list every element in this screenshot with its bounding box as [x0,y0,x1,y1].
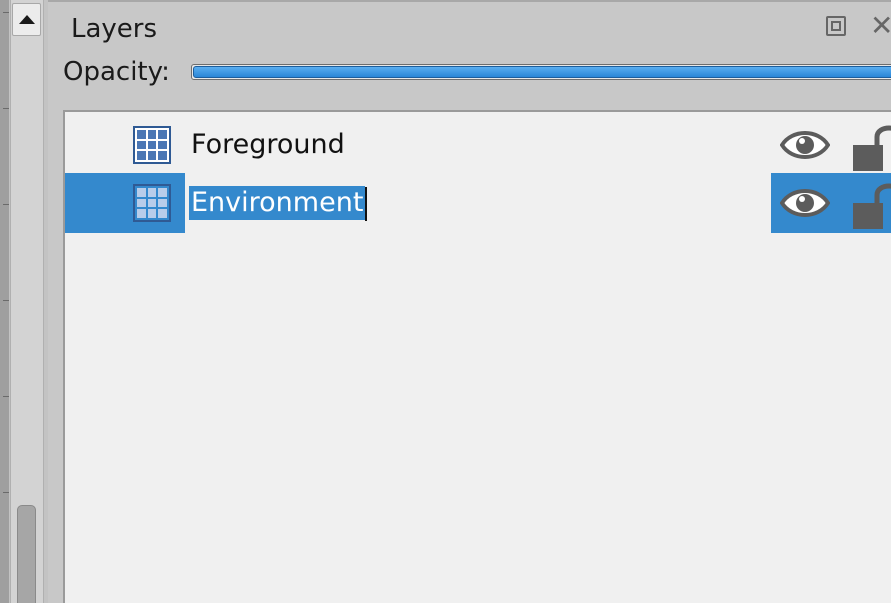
eye-icon[interactable] [780,127,830,163]
layers-panel: Layers ✕ Opacity: Foreground Environment [48,0,891,603]
slider-fill [193,66,891,78]
left-strip [0,0,48,603]
float-window-icon[interactable] [826,16,846,36]
scroll-up-button[interactable] [12,3,41,36]
opacity-label: Opacity: [63,57,170,87]
unlocked-icon[interactable] [853,181,891,229]
unlocked-icon[interactable] [853,123,891,171]
scroll-thumb[interactable] [17,505,36,603]
eye-icon[interactable] [780,185,830,221]
tile-layer-icon [133,126,171,164]
layers-window: Layers ✕ Opacity: Foreground Environment [0,0,891,603]
tile-layer-icon [133,184,171,222]
layer-row[interactable]: Foreground [65,115,891,175]
layer-name-editor[interactable]: Environment [189,186,366,220]
arrow-up-icon [19,15,35,24]
layer-list[interactable]: Foreground Environment [63,110,891,603]
left-edge [0,0,9,603]
layer-row[interactable]: Environment [65,173,891,233]
vertical-scrollbar[interactable] [10,0,44,603]
text-caret [365,187,367,221]
opacity-slider[interactable] [191,64,891,80]
close-icon[interactable]: ✕ [870,12,891,40]
panel-title: Layers [71,14,158,44]
layer-name[interactable]: Foreground [191,128,345,162]
